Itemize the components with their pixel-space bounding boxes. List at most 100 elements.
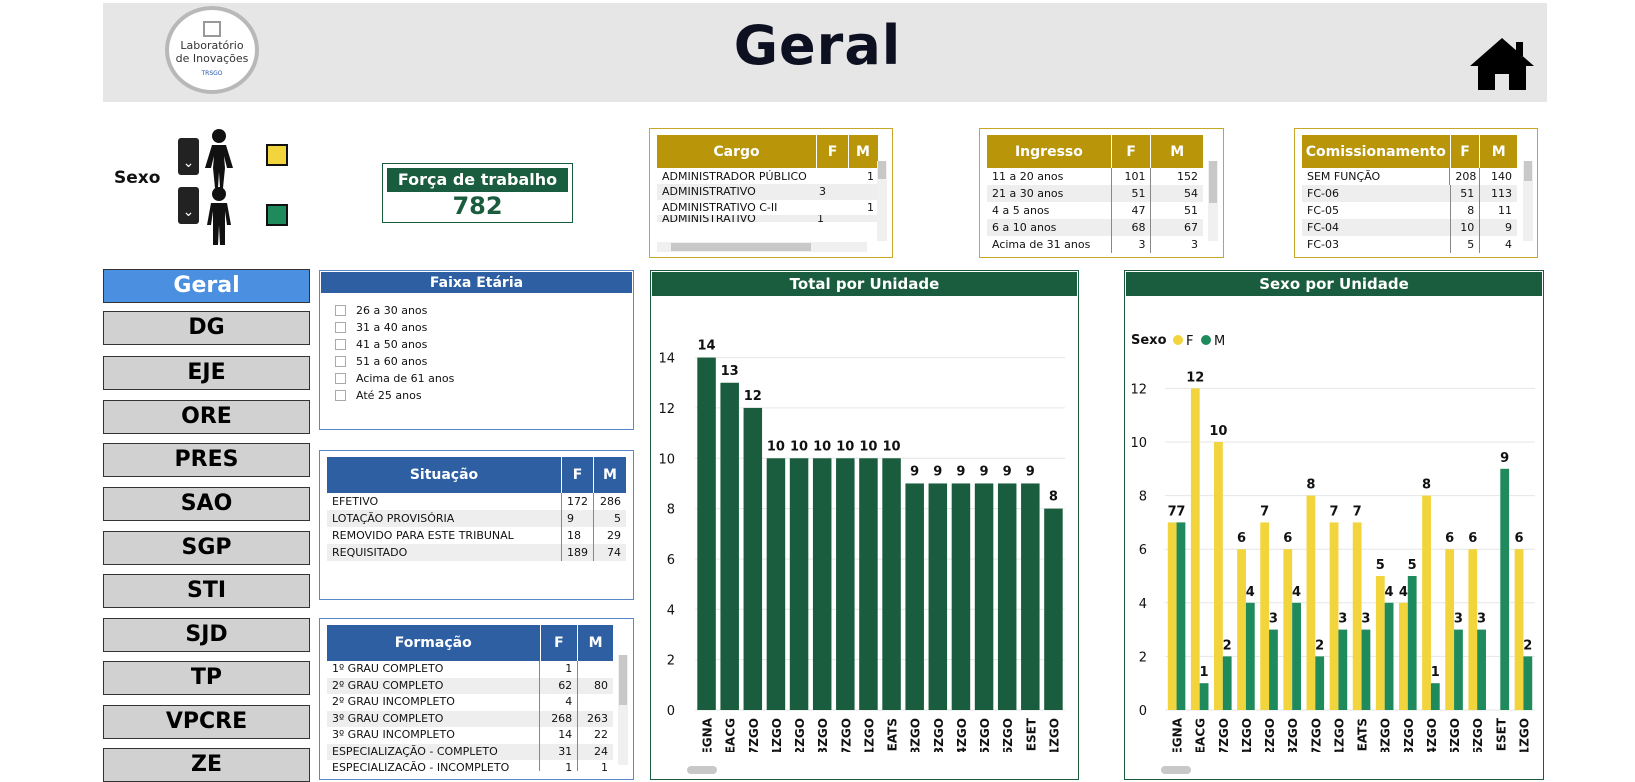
faixa-item[interactable]: 51 a 60 anos [320,353,633,370]
bar[interactable] [812,458,832,710]
unit-button-eje[interactable]: EJE [103,356,310,390]
legend-label[interactable]: M [1214,334,1225,349]
formacao-col-m[interactable]: M [578,625,613,661]
faixa-item[interactable]: 31 a 40 anos [320,319,633,336]
cargo-col-m[interactable]: M [849,135,877,168]
bar-m[interactable] [1523,656,1533,710]
bar[interactable] [720,382,739,710]
unit-button-dg[interactable]: DG [103,311,310,345]
bar-f[interactable] [1514,549,1524,710]
bar[interactable] [859,458,878,710]
sexo-m-checkbox[interactable]: ⌄ [178,187,199,224]
cargo-col-cargo[interactable]: Cargo [657,135,817,168]
situacao-col-m[interactable]: M [594,457,626,493]
checkbox-icon[interactable] [335,390,346,401]
bar[interactable] [928,483,948,710]
bar[interactable] [974,483,994,710]
situacao-col-f[interactable]: F [562,457,594,493]
ingresso-col-ingresso[interactable]: Ingresso [987,135,1112,168]
unit-button-sgp[interactable]: SGP [103,531,310,565]
formacao-v-scrollbar[interactable] [618,655,628,765]
bar[interactable] [951,483,971,710]
bar[interactable] [836,458,855,710]
legend-label[interactable]: F [1186,334,1193,349]
com-col-f[interactable]: F [1451,135,1481,168]
checkbox-icon[interactable] [335,373,346,384]
bar-f[interactable] [1306,495,1316,710]
bar-m[interactable] [1477,629,1486,710]
bar-f[interactable] [1283,549,1293,710]
com-col-comissionamento[interactable]: Comissionamento [1302,135,1451,168]
bar-f[interactable] [1468,549,1478,710]
bar-m[interactable] [1500,468,1510,710]
bar[interactable] [905,483,924,710]
situacao-col-situacao[interactable]: Situação [327,457,562,493]
checkbox-icon[interactable] [335,339,346,350]
unit-button-sao[interactable]: SAO [103,487,310,521]
bar-m[interactable] [1315,656,1325,710]
bar-f[interactable] [1167,522,1177,710]
unit-button-vpcre[interactable]: VPCRE [103,705,310,739]
bar-m[interactable] [1176,522,1186,710]
formacao-col-formacao[interactable]: Formação [327,625,541,661]
bar-f[interactable] [1445,549,1455,710]
unit-button-sti[interactable]: STI [103,574,310,608]
bar-f[interactable] [1237,549,1246,710]
unit-button-ze[interactable]: ZE [103,748,310,782]
bar-f[interactable] [1329,522,1339,710]
bar-m[interactable] [1245,602,1255,710]
bar[interactable] [789,458,809,710]
faixa-item[interactable]: Até 25 anos [320,387,633,404]
unit-button-tp[interactable]: TP [103,661,310,695]
ingresso-col-m[interactable]: M [1151,135,1203,168]
bar-f[interactable] [1375,576,1385,710]
bar-m[interactable] [1430,683,1440,710]
checkbox-icon[interactable] [335,322,346,333]
bar-f[interactable] [1190,388,1200,710]
bar-f[interactable] [1352,522,1362,710]
faixa-item[interactable]: Acima de 61 anos [320,370,633,387]
unit-button-ore[interactable]: ORE [103,400,310,434]
chart2-scrollbar[interactable] [1161,766,1191,774]
cargo-col-f[interactable]: F [817,135,849,168]
bar[interactable] [1021,483,1040,710]
unit-button-sjd[interactable]: SJD [103,618,310,652]
faixa-item[interactable]: 41 a 50 anos [320,336,633,353]
bar-m[interactable] [1338,629,1348,710]
bar-m[interactable] [1361,629,1371,710]
bar-f[interactable] [1214,442,1223,710]
formacao-col-f[interactable]: F [541,625,579,661]
bar-m[interactable] [1384,602,1394,710]
bar[interactable] [743,407,763,710]
bar-f[interactable] [1399,602,1408,710]
bar-m[interactable] [1222,656,1232,710]
bar[interactable] [697,357,716,710]
unit-button-geral[interactable]: Geral [103,269,310,303]
bar[interactable] [1044,508,1063,710]
bar[interactable] [997,483,1017,710]
bar-m[interactable] [1407,576,1417,710]
bar-f[interactable] [1422,495,1431,710]
bar-m[interactable] [1269,629,1278,710]
bar[interactable] [882,458,901,710]
chart2-svg: Sexo F M0246810127 7DFEGNA121DFEACG102147ZG… [1130,333,1535,774]
home-icon[interactable] [1468,36,1536,92]
com-v-scrollbar[interactable] [1523,161,1533,241]
chart1-scrollbar[interactable] [687,766,717,774]
bar-f[interactable] [1260,522,1270,710]
checkbox-icon[interactable] [335,305,346,316]
ingresso-v-scrollbar[interactable] [1208,161,1218,241]
sexo-f-checkbox[interactable]: ⌄ [178,138,199,175]
bar-m[interactable] [1292,602,1301,710]
com-col-m[interactable]: M [1480,135,1517,168]
cargo-v-scrollbar[interactable] [877,161,887,241]
ingresso-col-f[interactable]: F [1112,135,1152,168]
checkbox-icon[interactable] [335,356,346,367]
bar-m[interactable] [1199,683,1209,710]
bar-m[interactable] [1454,629,1463,710]
faixa-item[interactable]: 26 a 30 anos [320,302,633,319]
unit-button-pres[interactable]: PRES [103,443,310,477]
bar[interactable] [766,458,786,710]
cargo-h-scrollbar[interactable] [657,242,867,252]
y-tick-label: 12 [658,402,675,417]
